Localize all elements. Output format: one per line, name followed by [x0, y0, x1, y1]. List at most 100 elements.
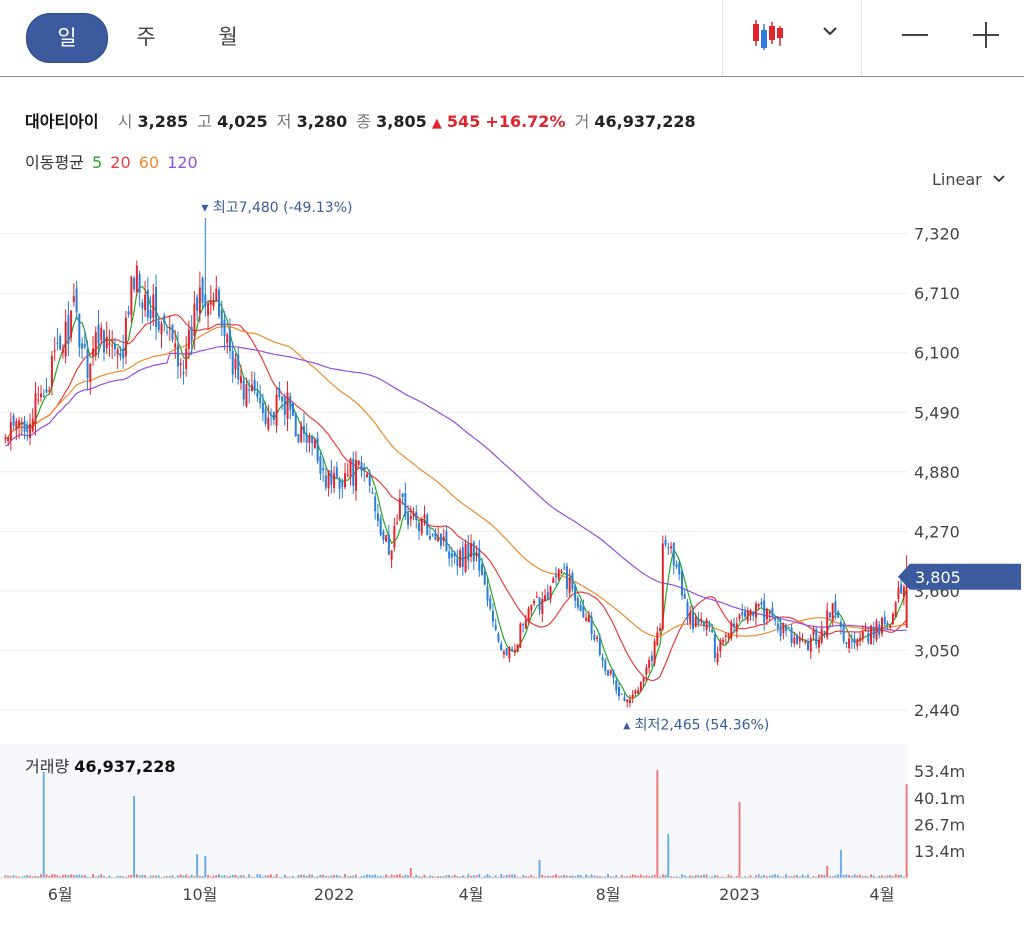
- volume-bar: [538, 860, 541, 878]
- candle: [579, 604, 582, 611]
- candle: [793, 637, 796, 644]
- candle: [768, 611, 771, 614]
- candle: [415, 511, 418, 520]
- candle: [133, 278, 136, 290]
- y-tick-label: 3,050: [914, 641, 960, 660]
- candle: [15, 421, 18, 430]
- candle: [798, 637, 801, 642]
- price-chart[interactable]: 7,3206,7106,1005,4904,8804,2703,6603,050…: [0, 0, 1028, 926]
- candle: [494, 624, 497, 630]
- y-tick-label: 5,490: [914, 403, 960, 422]
- candle: [513, 650, 516, 653]
- candle: [42, 395, 45, 397]
- candle: [365, 474, 368, 478]
- x-tick-label: 10월: [182, 885, 217, 904]
- candle: [716, 653, 719, 663]
- candle: [229, 329, 231, 351]
- volume-bar: [259, 874, 262, 878]
- candle: [664, 539, 667, 545]
- candle: [557, 569, 560, 580]
- candle: [689, 612, 692, 623]
- volume-bar: [270, 874, 273, 878]
- candle: [839, 621, 842, 628]
- volume-bar: [738, 802, 741, 878]
- candle: [220, 310, 223, 327]
- candle: [50, 355, 53, 387]
- volume-bar: [185, 874, 188, 878]
- candle: [760, 602, 763, 605]
- candle: [834, 601, 837, 614]
- candle: [467, 544, 470, 561]
- x-tick-label: 6월: [48, 885, 73, 904]
- volume-bar: [702, 874, 705, 878]
- volume-bar: [845, 874, 848, 878]
- volume-bar: [374, 874, 377, 878]
- candle: [363, 466, 366, 471]
- candle: [700, 618, 703, 622]
- volume-bar: [100, 874, 103, 878]
- volume-title: 거래량 46,937,228: [25, 753, 175, 777]
- candle: [708, 624, 711, 628]
- candle: [18, 420, 21, 427]
- candle: [516, 644, 519, 652]
- candle: [590, 616, 593, 635]
- volume-bar: [256, 874, 259, 878]
- candle: [31, 418, 34, 432]
- volume-bar: [585, 874, 588, 878]
- candle: [267, 417, 270, 430]
- volume-bar: [385, 874, 388, 878]
- candle: [396, 522, 399, 524]
- volume-title-label: 거래량: [25, 757, 70, 776]
- volume-bar: [801, 874, 804, 878]
- candle: [174, 343, 177, 348]
- last-price-label: 3,805: [915, 568, 961, 587]
- candle: [382, 531, 385, 540]
- candle: [344, 473, 347, 488]
- candle: [371, 492, 374, 494]
- volume-bar: [631, 874, 634, 878]
- candle: [765, 609, 768, 620]
- candle: [502, 651, 505, 655]
- candle: [902, 586, 905, 598]
- volume-bar: [311, 874, 314, 878]
- candle: [387, 534, 390, 555]
- candle: [809, 638, 812, 652]
- volume-bar: [555, 874, 557, 878]
- ma-line-5: [5, 285, 908, 699]
- candle: [48, 390, 51, 392]
- volume-bar: [661, 874, 664, 878]
- candle: [92, 348, 95, 356]
- x-tick-label: 8월: [596, 885, 621, 904]
- x-tick-label: 2022: [314, 885, 355, 904]
- candle: [828, 612, 831, 618]
- candle: [779, 624, 782, 637]
- candle: [535, 596, 538, 598]
- candle: [322, 468, 325, 471]
- candle: [426, 514, 429, 536]
- candle: [549, 586, 552, 600]
- candle: [70, 310, 73, 338]
- candle: [530, 604, 533, 611]
- volume-bar: [607, 874, 609, 878]
- candle: [20, 422, 23, 425]
- candle: [289, 396, 292, 411]
- candle: [491, 610, 494, 622]
- volume-bar: [275, 874, 278, 878]
- candle: [593, 634, 596, 640]
- candle: [459, 550, 462, 568]
- candle: [437, 536, 440, 542]
- candle: [116, 349, 119, 355]
- candle: [431, 534, 434, 536]
- candle: [757, 604, 760, 607]
- candle: [338, 479, 341, 489]
- volume-tick-label: 40.1m: [914, 789, 965, 808]
- volume-bar: [133, 796, 136, 878]
- y-tick-label: 6,100: [914, 344, 960, 363]
- candle: [83, 344, 86, 348]
- candle: [845, 642, 848, 645]
- candle: [634, 690, 637, 694]
- candle: [859, 637, 862, 642]
- x-tick-label: 4월: [459, 885, 484, 904]
- candle: [826, 610, 829, 638]
- volume-bar: [667, 834, 670, 878]
